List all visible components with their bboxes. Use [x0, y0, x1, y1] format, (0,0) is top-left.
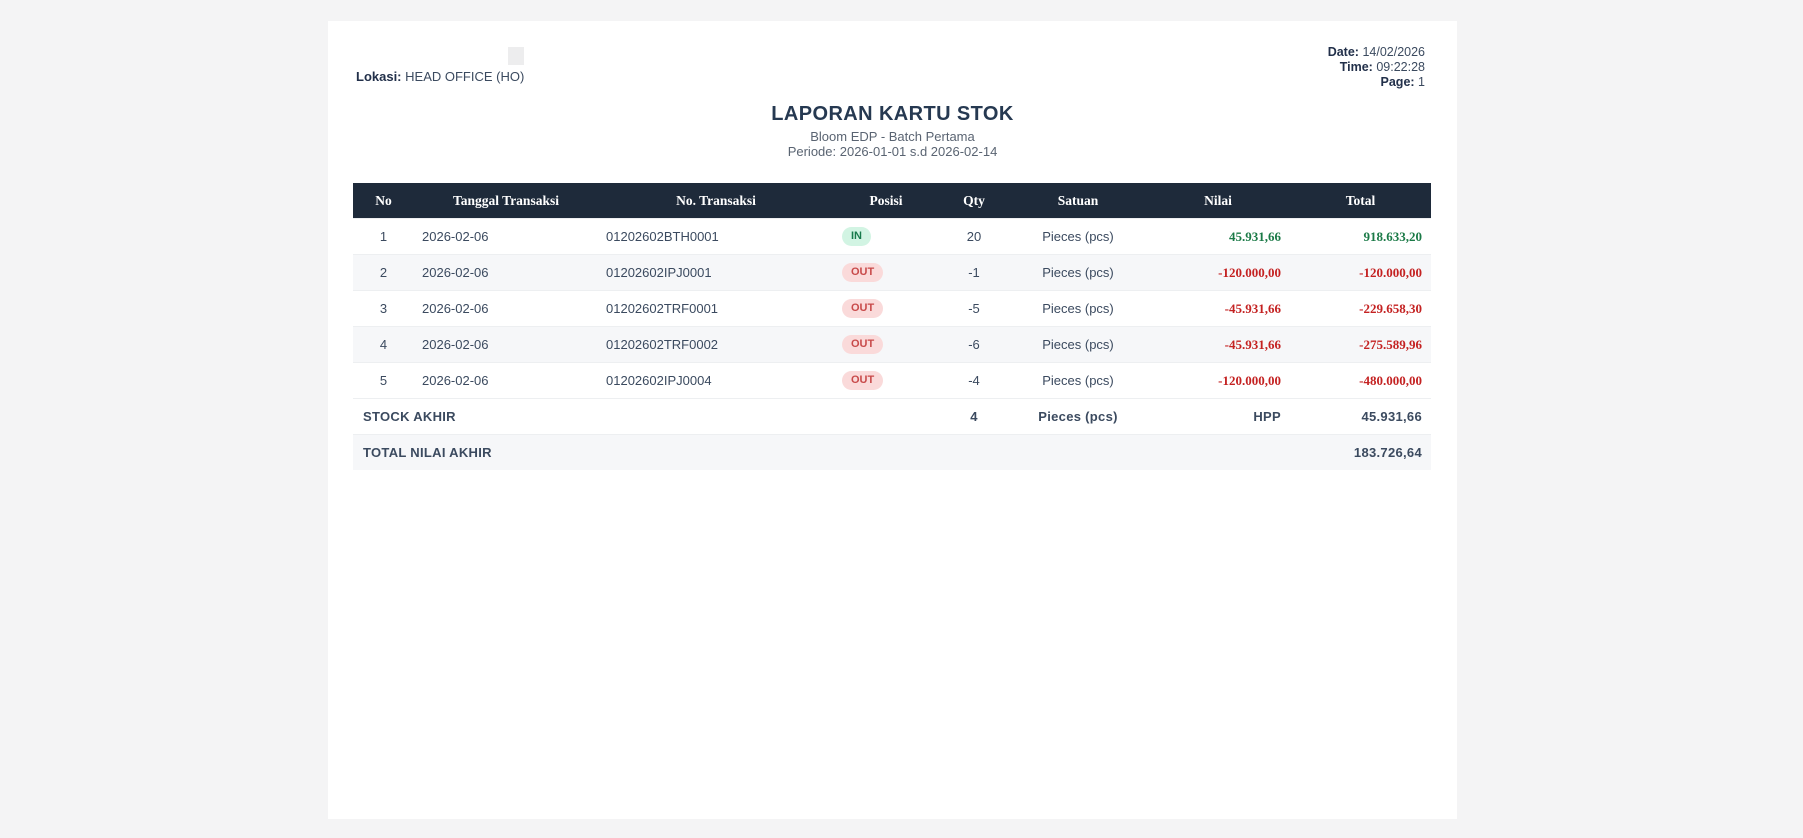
posisi-out-badge: OUT [842, 263, 883, 282]
cell-nilai: 45.931,66 [1146, 219, 1290, 255]
cell-no-transaksi: 01202602IPJ0001 [598, 255, 834, 291]
cell-nilai: -45.931,66 [1146, 291, 1290, 327]
cell-no: 2 [353, 255, 414, 291]
date-value: 14/02/2026 [1362, 45, 1425, 59]
cell-no: 5 [353, 363, 414, 399]
cell-qty: -6 [938, 327, 1010, 363]
table-header: NoTanggal TransaksiNo. TransaksiPosisiQt… [353, 183, 1431, 219]
cell-no: 3 [353, 291, 414, 327]
print-meta: Date: 14/02/2026 Time: 09:22:28 Page: 1 [1328, 45, 1425, 90]
cell-posisi: OUT [834, 255, 938, 291]
table-row: 32026-02-0601202602TRF0001 OUT -5Pieces (p… [353, 291, 1431, 327]
table-header-row: NoTanggal TransaksiNo. TransaksiPosisiQt… [353, 183, 1431, 219]
stock-akhir-qty: 4 [938, 399, 1010, 435]
column-header-tanggal-transaksi: Tanggal Transaksi [414, 183, 598, 219]
cell-no-transaksi: 01202602BTH0001 [598, 219, 834, 255]
posisi-out-badge: OUT [842, 371, 883, 390]
table-row: 12026-02-0601202602BTH0001 IN 20Pieces (pc… [353, 219, 1431, 255]
cell-total: -229.658,30 [1290, 291, 1431, 327]
cell-qty: -5 [938, 291, 1010, 327]
cell-tanggal-transaksi: 2026-02-06 [414, 363, 598, 399]
cell-tanggal-transaksi: 2026-02-06 [414, 219, 598, 255]
stock-akhir-satuan: Pieces (pcs) [1010, 399, 1146, 435]
cell-qty: -4 [938, 363, 1010, 399]
time-label: Time: [1340, 60, 1373, 74]
report-subtitle: Bloom EDP - Batch Pertama [328, 129, 1457, 144]
cell-no-transaksi: 01202602TRF0001 [598, 291, 834, 327]
column-header-total: Total [1290, 183, 1431, 219]
print-page-line: Page: 1 [1328, 75, 1425, 90]
cell-satuan: Pieces (pcs) [1010, 219, 1146, 255]
cell-satuan: Pieces (pcs) [1010, 255, 1146, 291]
cell-posisi: IN [834, 219, 938, 255]
cell-no: 1 [353, 219, 414, 255]
stock-akhir-hpp-label: HPP [1146, 399, 1290, 435]
cell-tanggal-transaksi: 2026-02-06 [414, 255, 598, 291]
report-title: LAPORAN KARTU STOK [328, 103, 1457, 126]
table-row: 22026-02-0601202602IPJ0001 OUT -1Pieces (p… [353, 255, 1431, 291]
page-label: Page: [1381, 75, 1415, 89]
print-time-line: Time: 09:22:28 [1328, 60, 1425, 75]
cell-total: -275.589,96 [1290, 327, 1431, 363]
cell-qty: -1 [938, 255, 1010, 291]
cell-total: 918.633,20 [1290, 219, 1431, 255]
cell-satuan: Pieces (pcs) [1010, 291, 1146, 327]
cell-posisi: OUT [834, 291, 938, 327]
screen: { "header": { "lokasi_label": "Lokasi:",… [0, 0, 1803, 838]
report-page: Lokasi: HEAD OFFICE (HO) Date: 14/02/202… [328, 21, 1457, 819]
total-nilai-akhir-label: TOTAL NILAI AKHIR [353, 435, 1290, 471]
table-row: 42026-02-0601202602TRF0002 OUT -6Pieces (p… [353, 327, 1431, 363]
date-label: Date: [1328, 45, 1359, 59]
column-header-nilai: Nilai [1146, 183, 1290, 219]
cell-nilai: -120.000,00 [1146, 255, 1290, 291]
total-nilai-akhir-value: 183.726,64 [1290, 435, 1431, 471]
table-footer: STOCK AKHIR 4 Pieces (pcs) HPP 45.931,66… [353, 399, 1431, 471]
column-header-posisi: Posisi [834, 183, 938, 219]
table-body: 12026-02-0601202602BTH0001IN20Pieces (pc… [353, 219, 1431, 399]
stock-akhir-label: STOCK AKHIR [353, 399, 938, 435]
stock-card-table: NoTanggal TransaksiNo. TransaksiPosisiQt… [353, 183, 1431, 470]
column-header-qty: Qty [938, 183, 1010, 219]
stock-akhir-row: STOCK AKHIR 4 Pieces (pcs) HPP 45.931,66 [353, 399, 1431, 435]
cell-nilai: -120.000,00 [1146, 363, 1290, 399]
column-header-no: No [353, 183, 414, 219]
cell-tanggal-transaksi: 2026-02-06 [414, 327, 598, 363]
logo-placeholder [508, 47, 524, 65]
column-header-satuan: Satuan [1010, 183, 1146, 219]
cell-total: -120.000,00 [1290, 255, 1431, 291]
location-value: HEAD OFFICE (HO) [405, 69, 524, 84]
table-row: 52026-02-0601202602IPJ0004 OUT -4Pieces (p… [353, 363, 1431, 399]
page-value: 1 [1418, 75, 1425, 89]
posisi-in-badge: IN [842, 227, 871, 246]
stock-akhir-total: 45.931,66 [1290, 399, 1431, 435]
location-label: Lokasi: [356, 69, 402, 84]
cell-qty: 20 [938, 219, 1010, 255]
total-nilai-akhir-row: TOTAL NILAI AKHIR 183.726,64 [353, 435, 1431, 471]
cell-nilai: -45.931,66 [1146, 327, 1290, 363]
time-value: 09:22:28 [1376, 60, 1425, 74]
cell-no-transaksi: 01202602IPJ0004 [598, 363, 834, 399]
location-line: Lokasi: HEAD OFFICE (HO) [356, 69, 524, 84]
print-date-line: Date: 14/02/2026 [1328, 45, 1425, 60]
posisi-out-badge: OUT [842, 335, 883, 354]
cell-total: -480.000,00 [1290, 363, 1431, 399]
cell-tanggal-transaksi: 2026-02-06 [414, 291, 598, 327]
column-header-no-transaksi: No. Transaksi [598, 183, 834, 219]
cell-posisi: OUT [834, 327, 938, 363]
cell-no-transaksi: 01202602TRF0002 [598, 327, 834, 363]
posisi-out-badge: OUT [842, 299, 883, 318]
cell-no: 4 [353, 327, 414, 363]
cell-posisi: OUT [834, 363, 938, 399]
cell-satuan: Pieces (pcs) [1010, 363, 1146, 399]
cell-satuan: Pieces (pcs) [1010, 327, 1146, 363]
report-periode: Periode: 2026-01-01 s.d 2026-02-14 [328, 144, 1457, 159]
